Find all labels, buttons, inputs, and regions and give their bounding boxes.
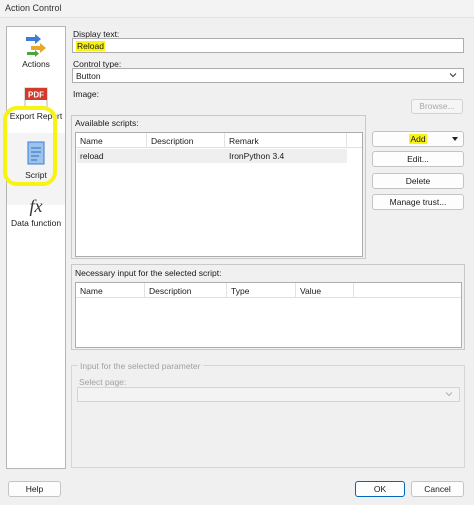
help-button[interactable]: Help <box>8 481 61 497</box>
nav-item-actions[interactable]: Actions <box>7 27 65 89</box>
table-row[interactable]: reload IronPython 3.4 <box>77 149 347 163</box>
script-icon <box>27 141 45 165</box>
parameter-input-group: Input for the selected parameter Select … <box>71 361 465 468</box>
nav-label-script: Script <box>25 170 47 180</box>
parameter-input-legend: Input for the selected parameter <box>78 361 203 371</box>
delete-button[interactable]: Delete <box>372 173 464 189</box>
actions-icon <box>26 34 46 57</box>
select-page-dropdown[interactable] <box>77 387 460 402</box>
browse-button[interactable]: Browse... <box>411 99 463 114</box>
table-header: Name Description Type Value <box>76 283 461 298</box>
pdf-icon: PDF <box>24 87 48 109</box>
script-name-cell: reload <box>80 151 104 161</box>
display-text-value: Reload <box>76 41 105 51</box>
column-header-name[interactable]: Name <box>80 286 103 296</box>
script-remark-cell: IronPython 3.4 <box>229 151 285 161</box>
control-type-value: Button <box>76 71 101 81</box>
nav-label-actions: Actions <box>22 59 50 69</box>
manage-trust-button[interactable]: Manage trust... <box>372 194 464 210</box>
cancel-button[interactable]: Cancel <box>411 481 464 497</box>
ok-button[interactable]: OK <box>355 481 405 497</box>
control-type-select[interactable]: Button <box>72 68 464 83</box>
svg-text:PDF: PDF <box>28 91 44 100</box>
title-bar: Action Control <box>0 0 474 18</box>
window-title: Action Control <box>5 3 62 13</box>
chevron-down-icon <box>445 392 453 397</box>
chevron-down-icon <box>449 73 457 78</box>
display-text-input[interactable]: Reload <box>72 38 464 53</box>
necessary-input-group: Necessary input for the selected script:… <box>71 264 465 350</box>
image-label: Image: <box>73 89 99 99</box>
available-scripts-group: Available scripts: Name Description Rema… <box>71 115 366 259</box>
function-icon: fx <box>30 196 43 216</box>
column-header-description[interactable]: Description <box>151 136 194 146</box>
nav-item-data-function[interactable]: fx Data function <box>7 193 65 255</box>
dropdown-arrow-icon <box>452 137 458 141</box>
nav-label-export-report: Export Report <box>9 111 63 121</box>
nav-label-data-function: Data function <box>10 218 62 228</box>
available-scripts-table: Name Description Remark reload IronPytho… <box>75 132 363 257</box>
column-header-remark[interactable]: Remark <box>229 136 259 146</box>
necessary-input-table: Name Description Type Value <box>75 282 462 348</box>
category-nav: Actions PDF Export Report Script fx Data… <box>6 26 66 469</box>
edit-button[interactable]: Edit... <box>372 151 464 167</box>
column-header-description[interactable]: Description <box>149 286 192 296</box>
svg-text:fx: fx <box>30 196 43 216</box>
column-header-value[interactable]: Value <box>300 286 321 296</box>
add-button-label: Add <box>409 134 427 144</box>
add-button[interactable]: Add <box>372 131 464 147</box>
column-header-type[interactable]: Type <box>231 286 249 296</box>
select-page-label: Select page: <box>79 377 127 387</box>
necessary-input-legend: Necessary input for the selected script: <box>75 268 222 278</box>
available-scripts-legend: Available scripts: <box>75 118 139 128</box>
table-header: Name Description Remark <box>76 133 362 148</box>
column-header-name[interactable]: Name <box>80 136 103 146</box>
